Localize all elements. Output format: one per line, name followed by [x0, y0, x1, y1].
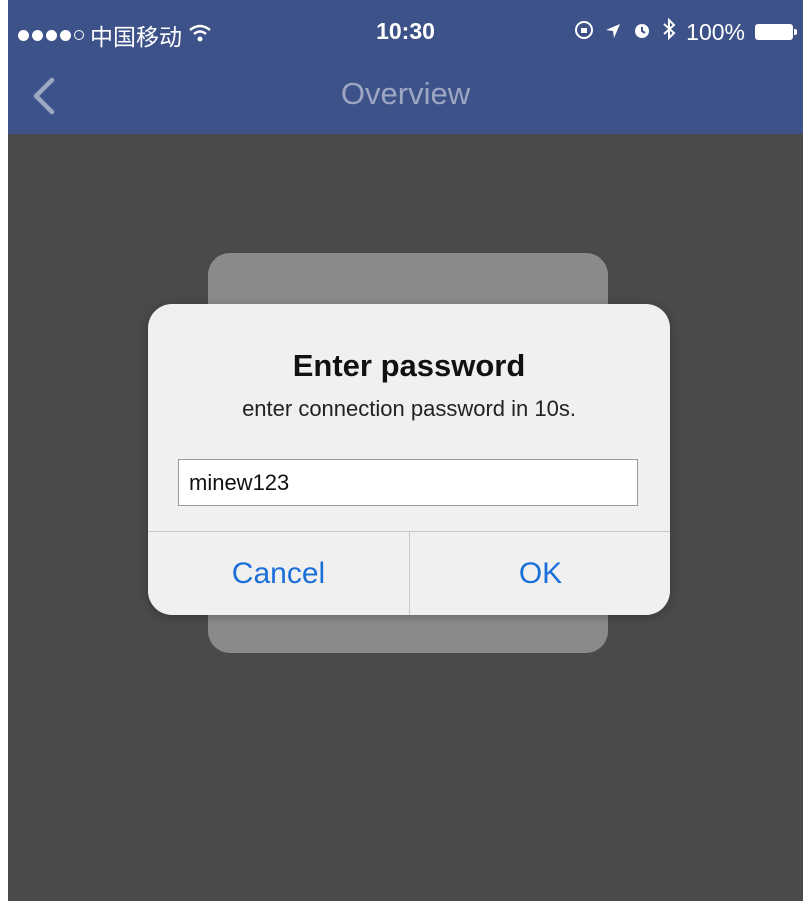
- battery-icon: [755, 24, 797, 40]
- app-screen: 中国移动 10:30 100% Overview Enter password …: [8, 0, 803, 901]
- cancel-button[interactable]: Cancel: [148, 532, 409, 615]
- status-right: 100%: [574, 17, 797, 46]
- alarm-icon: [632, 19, 652, 46]
- status-bar: 中国移动 10:30 100%: [8, 0, 803, 62]
- battery-percent: 100%: [686, 18, 745, 45]
- top-bar: 中国移动 10:30 100% Overview: [8, 0, 803, 134]
- page-title: Overview: [340, 76, 471, 111]
- ok-button[interactable]: OK: [410, 532, 670, 615]
- password-dialog: Enter password enter connection password…: [148, 304, 670, 615]
- dialog-title: Enter password: [292, 348, 526, 383]
- password-input[interactable]: [178, 459, 638, 506]
- navigation-bar: Overview: [8, 62, 803, 134]
- bluetooth-icon: [662, 17, 676, 46]
- location-icon: [604, 19, 622, 46]
- dialog-message: enter connection password in 10s.: [242, 396, 576, 421]
- lock-rotation-icon: [574, 19, 594, 46]
